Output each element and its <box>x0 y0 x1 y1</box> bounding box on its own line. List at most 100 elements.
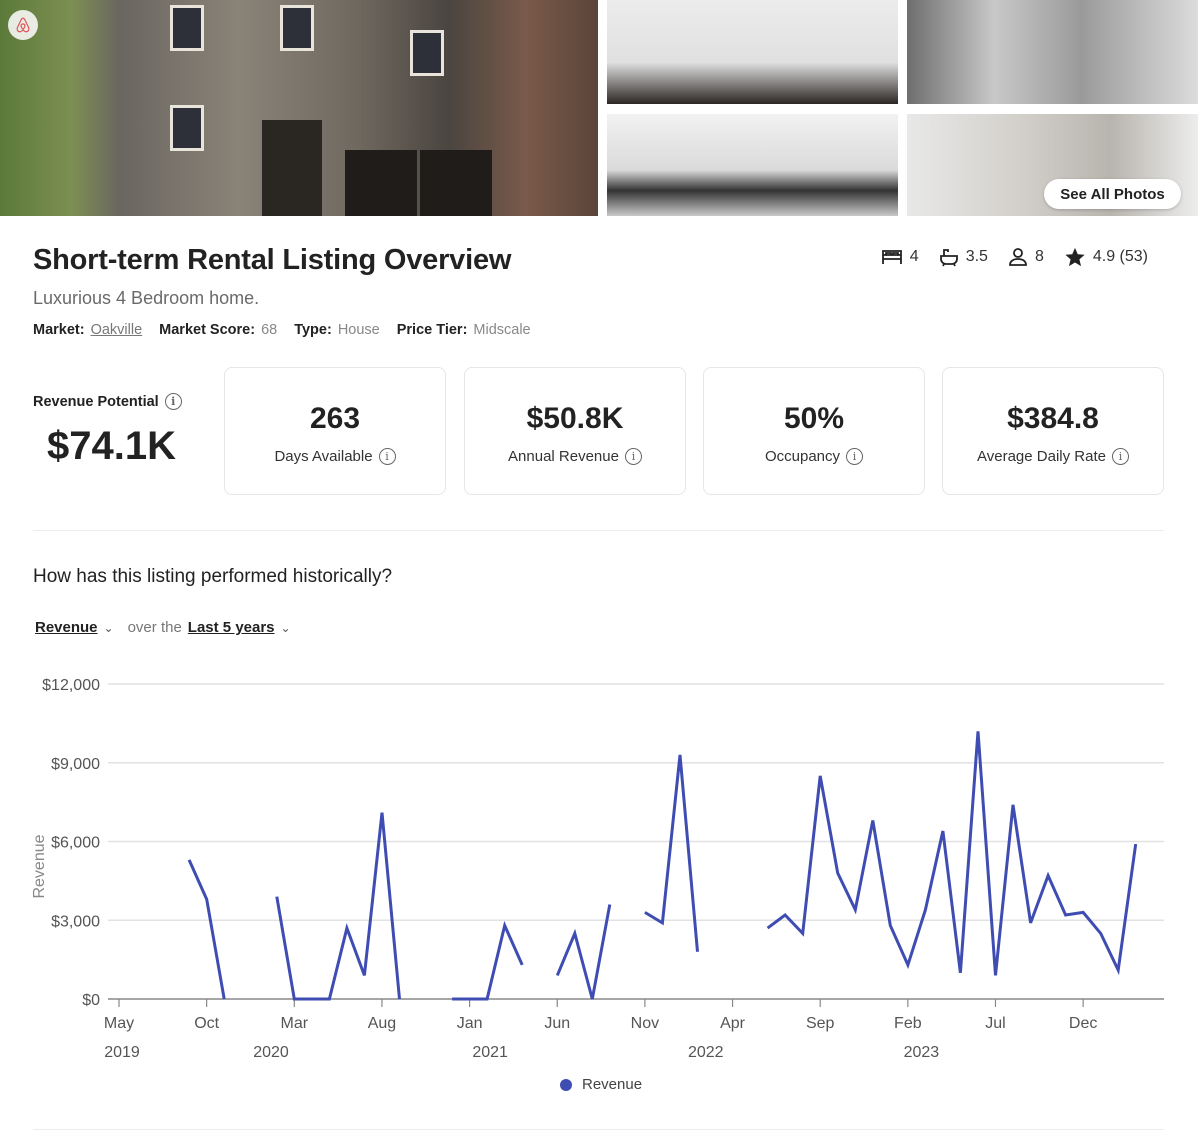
bedroom-photo[interactable] <box>607 0 898 104</box>
bedrooms-stat: 4 <box>881 248 919 266</box>
rating-stat: 4.9 (53) <box>1064 246 1148 268</box>
person-icon <box>1009 248 1027 266</box>
star-icon <box>1065 247 1085 267</box>
meta-label: Market Score: <box>159 322 256 338</box>
x-tick-label: Oct <box>194 1015 219 1032</box>
chevron-down-icon[interactable]: ⌄ <box>281 621 291 635</box>
meta-value: 68 <box>261 322 278 338</box>
main-photo[interactable] <box>0 0 598 216</box>
chart-legend[interactable]: Revenue <box>560 1076 642 1093</box>
x-year-label: 2021 <box>472 1044 508 1061</box>
x-year-label: 2020 <box>253 1044 289 1061</box>
card-label: Annual Revenue <box>508 448 619 465</box>
card-label: Occupancy <box>764 448 841 465</box>
occupancy-card: 50% Occupancy i <box>703 367 925 495</box>
y-tick-label: $9,000 <box>51 756 100 773</box>
card-value: 263 <box>309 402 361 435</box>
window <box>410 30 444 76</box>
revenue-potential-value: $74.1K <box>47 424 176 468</box>
bathroom-photo[interactable] <box>607 114 898 216</box>
chevron-down-icon[interactable]: ⌄ <box>104 621 114 635</box>
section-divider <box>33 1129 1164 1130</box>
revenue-line-segment <box>766 731 1138 976</box>
meta-label: Market: <box>33 322 85 338</box>
card-label: Days Available <box>274 448 373 465</box>
revenue-chart: $0 $3,000 $6,000 $9,000 $12,000 May Oct Mar Aug J… <box>31 677 1164 1061</box>
info-icon[interactable]: i <box>378 448 396 465</box>
guests-stat: 8 <box>1008 247 1044 267</box>
bathrooms-count: 3.5 <box>965 248 988 265</box>
card-value: 50% <box>783 402 845 435</box>
x-year-label: 2022 <box>688 1044 724 1061</box>
x-year-label: 2019 <box>104 1044 140 1061</box>
revenue-line-segment <box>452 920 524 1001</box>
revenue-potential-label: Revenue Potential i <box>33 393 182 410</box>
metric-dropdown[interactable]: Revenue <box>35 619 98 636</box>
bathtub-icon <box>939 249 958 267</box>
bed-icon <box>881 250 902 264</box>
garage-door <box>420 150 492 216</box>
y-axis-label: Revenue <box>31 834 48 898</box>
meta-label: Price Tier: <box>396 322 468 338</box>
revenue-line-segment <box>644 754 699 952</box>
period-dropdown[interactable]: Last 5 years <box>188 619 275 636</box>
card-value: $384.8 <box>1007 402 1099 435</box>
days-available-card: 263 Days Available i <box>224 367 446 495</box>
x-year-label: 2023 <box>904 1044 940 1061</box>
x-tick-label: Feb <box>894 1015 922 1032</box>
revenue-potential-title: Revenue Potential <box>33 393 159 410</box>
chart-controls: Revenue ⌄ over the Last 5 years ⌄ <box>35 619 299 636</box>
garage-door <box>345 150 417 216</box>
guests-count: 8 <box>1034 248 1044 265</box>
x-tick-label: May <box>104 1015 134 1032</box>
window <box>170 5 204 51</box>
card-value: $50.8K <box>526 402 624 435</box>
average-daily-rate-card: $384.8 Average Daily Rate i <box>942 367 1164 495</box>
x-tick-label: Dec <box>1069 1015 1097 1032</box>
rating-value: 4.9 (53) <box>1092 248 1148 265</box>
legend-label: Revenue <box>582 1076 643 1093</box>
listing-stats: 4 3.5 8 4.9 (53) <box>881 246 1148 268</box>
history-heading: How has this listing performed historica… <box>33 566 393 587</box>
info-icon[interactable]: i <box>624 448 642 465</box>
info-icon[interactable]: i <box>164 393 182 410</box>
card-label: Average Daily Rate <box>977 448 1106 465</box>
info-icon[interactable]: i <box>1111 448 1129 465</box>
airbnb-logo-icon <box>8 10 38 40</box>
window <box>280 5 314 51</box>
x-tick-label: Mar <box>281 1015 309 1032</box>
info-icon[interactable]: i <box>846 448 864 465</box>
bedrooms-count: 4 <box>909 248 919 265</box>
connector-text: over the <box>127 619 182 636</box>
window <box>170 105 204 151</box>
revenue-line-segment <box>555 904 612 1000</box>
meta-price-tier: Price Tier: Midscale <box>397 322 531 338</box>
meta-market: Market: Oakville <box>33 322 142 338</box>
market-link[interactable]: Oakville <box>91 322 143 338</box>
door <box>262 120 322 216</box>
listing-meta: Market: Oakville Market Score: 68 Type: Hou… <box>33 322 531 338</box>
see-all-photos-button[interactable]: See All Photos <box>1044 179 1181 209</box>
revenue-line-segment <box>187 859 226 1000</box>
revenue-line-segment <box>275 812 401 1001</box>
x-tick-label: Nov <box>631 1015 659 1032</box>
annual-revenue-card: $50.8K Annual Revenue i <box>464 367 686 495</box>
meta-value: Midscale <box>473 322 531 338</box>
x-tick-label: Apr <box>720 1015 746 1032</box>
section-divider <box>33 530 1164 531</box>
room-photo[interactable] <box>907 0 1198 104</box>
x-tick-label: Jan <box>457 1015 483 1032</box>
legend-dot <box>560 1078 572 1091</box>
y-tick-label: $6,000 <box>51 835 100 852</box>
page-title: Short-term Rental Listing Overview <box>33 244 512 276</box>
y-tick-label: $0 <box>82 992 100 1009</box>
meta-market-score: Market Score: 68 <box>159 322 277 338</box>
x-tick-label: Aug <box>368 1015 396 1032</box>
x-tick-label: Jun <box>544 1015 570 1032</box>
y-tick-label: $3,000 <box>51 913 100 930</box>
bathrooms-stat: 3.5 <box>939 247 988 267</box>
x-tick-label: Sep <box>806 1015 835 1032</box>
listing-subtitle: Luxurious 4 Bedroom home. <box>33 288 260 308</box>
y-tick-label: $12,000 <box>42 677 100 694</box>
meta-value: House <box>337 322 380 338</box>
